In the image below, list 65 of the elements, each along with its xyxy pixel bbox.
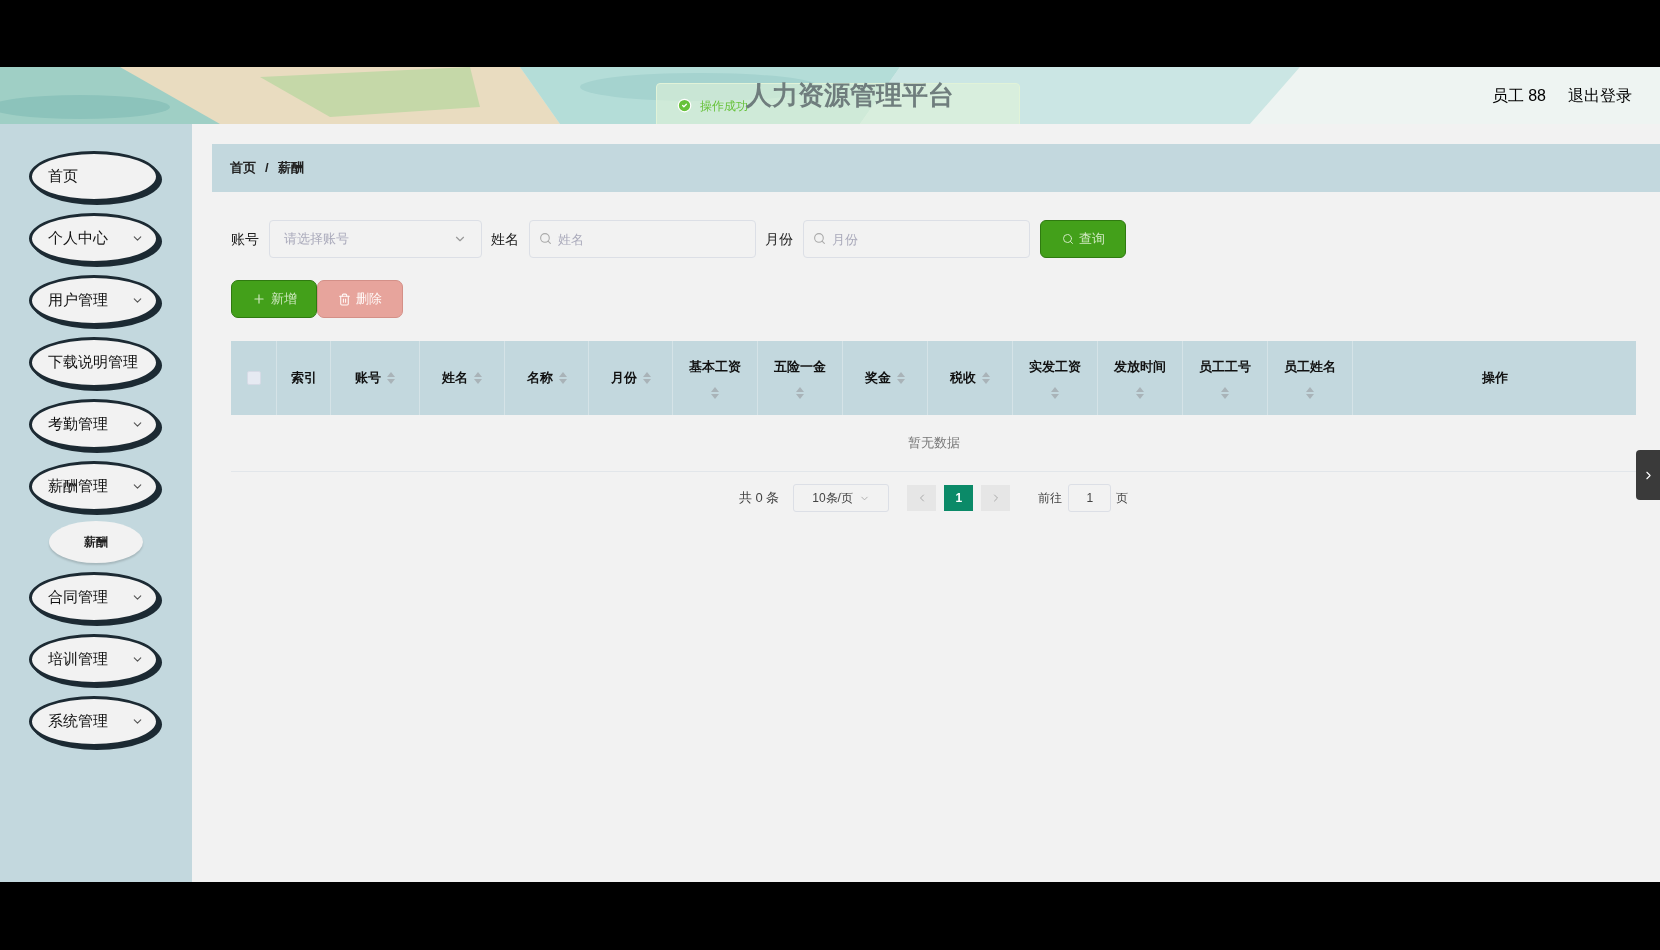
column-header[interactable]: 税收 [950, 368, 976, 388]
sidebar-item[interactable]: 首页 [29, 151, 159, 202]
column-header[interactable]: 月份 [610, 368, 637, 388]
prev-page-button[interactable] [907, 485, 937, 511]
filter-label: 姓名 [491, 229, 519, 249]
column-header: 操作 [1481, 369, 1508, 388]
column-header[interactable]: 员工姓名 [1284, 357, 1336, 377]
sort-icon[interactable] [1051, 386, 1059, 399]
search-icon [813, 232, 826, 245]
logout-link[interactable]: 退出登录 [1568, 83, 1632, 108]
sort-icon[interactable] [1136, 386, 1144, 399]
select-all-checkbox[interactable] [246, 371, 261, 385]
app-title: 人力资源管理平台 [746, 79, 954, 110]
page-suffix: 页 [1116, 490, 1129, 507]
total-count: 共 0 条 [738, 489, 780, 508]
column-header[interactable]: 员工工号 [1199, 357, 1251, 377]
check-icon [677, 98, 692, 113]
search-field[interactable]: 月份 [803, 220, 1030, 258]
sort-icon[interactable] [558, 372, 567, 384]
sort-icon[interactable] [796, 386, 804, 399]
search-icon [1061, 233, 1074, 245]
column-header: 索引 [290, 369, 317, 388]
search-field[interactable]: 姓名 [529, 220, 756, 258]
column-header[interactable]: 发放时间 [1114, 357, 1166, 377]
sidebar-item[interactable]: 系统管理 [29, 696, 159, 747]
sort-icon[interactable] [982, 372, 990, 384]
column-header[interactable]: 名称 [526, 368, 553, 388]
sort-icon[interactable] [387, 372, 395, 384]
breadcrumb-item: / [265, 159, 269, 178]
plus-icon [251, 292, 266, 306]
column-header[interactable]: 奖金 [865, 368, 891, 388]
page-input[interactable]: 1 [1068, 484, 1112, 512]
sidebar-item[interactable]: 培训管理 [29, 634, 159, 685]
column-header[interactable]: 账号 [355, 368, 381, 388]
column-header[interactable]: 姓名 [442, 368, 468, 388]
column-header[interactable]: 实发工资 [1029, 357, 1081, 377]
sidebar-item[interactable]: 用户管理 [29, 275, 159, 326]
sidebar-item[interactable]: 下载说明管理 [29, 337, 159, 388]
sidebar-item[interactable]: 合同管理 [29, 572, 159, 623]
filter-label: 账号 [231, 229, 259, 249]
submenu-item[interactable]: 薪酬 [49, 521, 143, 563]
sidebar-item[interactable]: 薪酬管理 [29, 461, 159, 512]
sort-icon[interactable] [642, 372, 651, 384]
next-page-button[interactable] [981, 485, 1011, 511]
toast-message: 操作成功 [700, 98, 748, 115]
sidebar-item[interactable]: 个人中心 [29, 213, 159, 264]
page-button[interactable]: 1 [944, 485, 974, 511]
empty-text: 暂无数据 [907, 434, 960, 453]
column-header[interactable]: 基本工资 [689, 357, 741, 377]
page-size-select[interactable]: 10条/页 [793, 484, 890, 512]
expand-handle[interactable] [1636, 450, 1660, 500]
sort-icon[interactable] [1221, 386, 1229, 399]
goto-label: 前往 [1038, 490, 1063, 507]
sort-icon[interactable] [1306, 386, 1314, 399]
user-name: 员工 88 [1491, 85, 1546, 106]
sort-icon[interactable] [474, 372, 482, 384]
breadcrumb-item[interactable]: 首页 [230, 158, 256, 178]
column-header[interactable]: 五险一金 [774, 357, 826, 377]
search-icon [539, 232, 552, 245]
trash-icon [338, 292, 351, 306]
sidebar-item[interactable]: 考勤管理 [29, 399, 159, 450]
filter-label: 月份 [765, 229, 793, 249]
sort-icon[interactable] [897, 372, 905, 384]
sort-icon[interactable] [711, 386, 719, 399]
breadcrumb-item: 薪酬 [277, 159, 304, 178]
